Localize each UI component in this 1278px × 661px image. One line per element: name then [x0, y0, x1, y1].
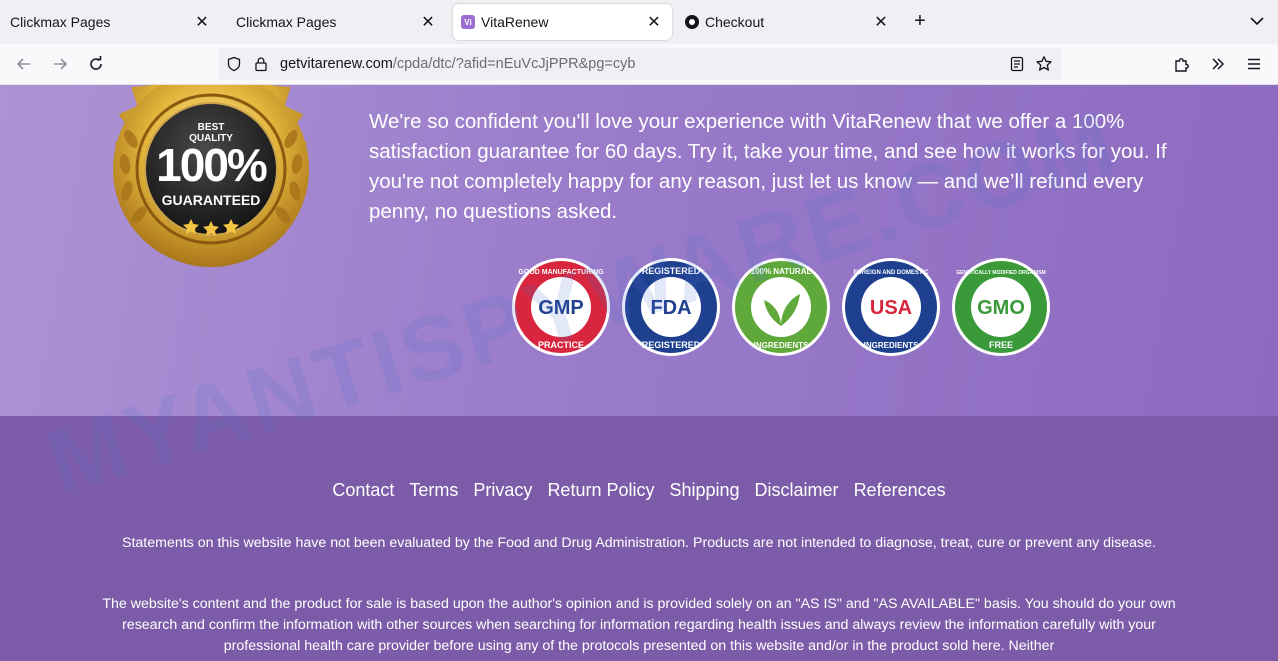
footer-link-shipping[interactable]: Shipping — [669, 480, 739, 501]
close-icon[interactable]: ✕ — [871, 12, 891, 32]
shield-icon[interactable] — [226, 56, 242, 72]
chevron-down-icon[interactable] — [1248, 12, 1266, 30]
close-icon[interactable]: ✕ — [644, 12, 664, 32]
url-path: /cpda/dtc/?afid=nEuVcJjPPR&pg=cyb — [392, 56, 636, 72]
reload-icon[interactable] — [84, 52, 108, 76]
tab-label: VitaRenew — [481, 14, 549, 30]
url-bar[interactable]: getvitarenew.com/cpda/dtc/?afid=nEuVcJjP… — [218, 48, 1061, 80]
tab-label: Clickmax Pages — [236, 14, 337, 30]
content-disclaimer: The website's content and the product fo… — [102, 596, 1176, 654]
footer-link-references[interactable]: References — [854, 480, 946, 501]
badge-gmo-ring-bottom: FREE — [989, 340, 1013, 350]
badge-fda-text: FDA — [650, 297, 691, 319]
badge-gmo-text: GMO — [977, 297, 1025, 319]
gmo-free-badge-icon: GMO GENETICALLY MODIFIED ORGANISM FREE — [952, 258, 1050, 356]
navigation-toolbar: getvitarenew.com/cpda/dtc/?afid=nEuVcJjP… — [0, 44, 1278, 85]
badge-usa-ring-top: FOREIGN AND DOMESTIC — [853, 270, 929, 276]
url-text[interactable]: getvitarenew.com/cpda/dtc/?afid=nEuVcJjP… — [280, 56, 635, 72]
badge-gmo-ring-top: GENETICALLY MODIFIED ORGANISM — [956, 270, 1045, 276]
gmp-badge-icon: GMP GOOD MANUFACTURING PRACTICE — [512, 258, 610, 356]
extensions-puzzle-icon[interactable] — [1170, 52, 1194, 76]
tab-label: Checkout — [705, 14, 765, 30]
new-tab-plus-icon[interactable]: + — [908, 10, 932, 33]
badge-gmp-ring-top: GOOD MANUFACTURING — [518, 269, 604, 276]
close-icon[interactable]: ✕ — [418, 12, 438, 32]
guarantee-seal-icon: BEST QUALITY 100% GUARANTEED — [113, 85, 309, 267]
footer: Contact Terms Privacy Return Policy Ship… — [0, 416, 1278, 661]
footer-links: Contact Terms Privacy Return Policy Ship… — [0, 480, 1278, 501]
tab-clickmax-1[interactable]: Clickmax Pages ✕ — [0, 4, 222, 40]
url-domain: getvitarenew.com — [280, 56, 393, 72]
natural-ingredients-badge-icon: 100% NATURAL INGREDIENTS — [732, 258, 830, 356]
overflow-chevrons-icon[interactable] — [1206, 52, 1230, 76]
badge-natural-ring-top: 100% NATURAL — [751, 267, 812, 276]
footer-link-return-policy[interactable]: Return Policy — [547, 480, 654, 501]
usa-badge-icon: USA FOREIGN AND DOMESTIC INGREDIENTS — [842, 258, 940, 356]
certification-badges: GMP GOOD MANUFACTURING PRACTICE FDA REGI… — [510, 256, 1070, 358]
bookmark-star-icon[interactable] — [1035, 55, 1053, 73]
vitarenew-favicon-icon: Vi — [461, 15, 475, 29]
footer-link-privacy[interactable]: Privacy — [473, 480, 532, 501]
reader-view-icon[interactable] — [1009, 56, 1025, 72]
badge-natural-ring-bottom: INGREDIENTS — [754, 341, 809, 350]
fda-disclaimer: Statements on this website have not been… — [122, 535, 1156, 551]
forward-arrow-icon[interactable] — [48, 52, 72, 76]
badge-gmp-text: GMP — [538, 297, 584, 319]
badge-fda-ring-bottom: REGISTERED — [642, 340, 701, 350]
page-content: BEST QUALITY 100% GUARANTEED We're so co… — [0, 85, 1278, 661]
guarantee-section: BEST QUALITY 100% GUARANTEED We're so co… — [0, 85, 1278, 416]
fda-badge-icon: FDA REGISTERED REGISTERED — [622, 258, 720, 356]
back-arrow-icon[interactable] — [12, 52, 36, 76]
tab-strip: Clickmax Pages ✕ Clickmax Pages ✕ Vi Vit… — [0, 0, 1278, 44]
tab-clickmax-2[interactable]: Clickmax Pages ✕ — [226, 4, 448, 40]
footer-link-disclaimer[interactable]: Disclaimer — [755, 480, 839, 501]
tab-checkout[interactable]: Checkout ✕ — [677, 4, 899, 40]
checkout-favicon-icon — [685, 15, 699, 29]
footer-link-terms[interactable]: Terms — [409, 480, 458, 501]
seal-guaranteed-text: GUARANTEED — [162, 192, 261, 208]
hamburger-menu-icon[interactable] — [1242, 52, 1266, 76]
seal-best-text: BEST — [198, 122, 225, 133]
lock-icon[interactable] — [254, 56, 268, 72]
tab-vitarenew[interactable]: Vi VitaRenew ✕ — [453, 4, 672, 40]
badge-usa-ring-bottom: INGREDIENTS — [864, 341, 919, 350]
badge-usa-text: USA — [870, 297, 912, 319]
close-icon[interactable]: ✕ — [192, 12, 212, 32]
tab-label: Clickmax Pages — [10, 14, 111, 30]
guarantee-text: We're so confident you'll love your expe… — [369, 110, 1167, 223]
badge-fda-ring-top: REGISTERED — [642, 266, 701, 276]
seal-percent-text: 100% — [156, 139, 267, 191]
badge-gmp-ring-bottom: PRACTICE — [538, 340, 584, 350]
footer-link-contact[interactable]: Contact — [332, 480, 394, 501]
